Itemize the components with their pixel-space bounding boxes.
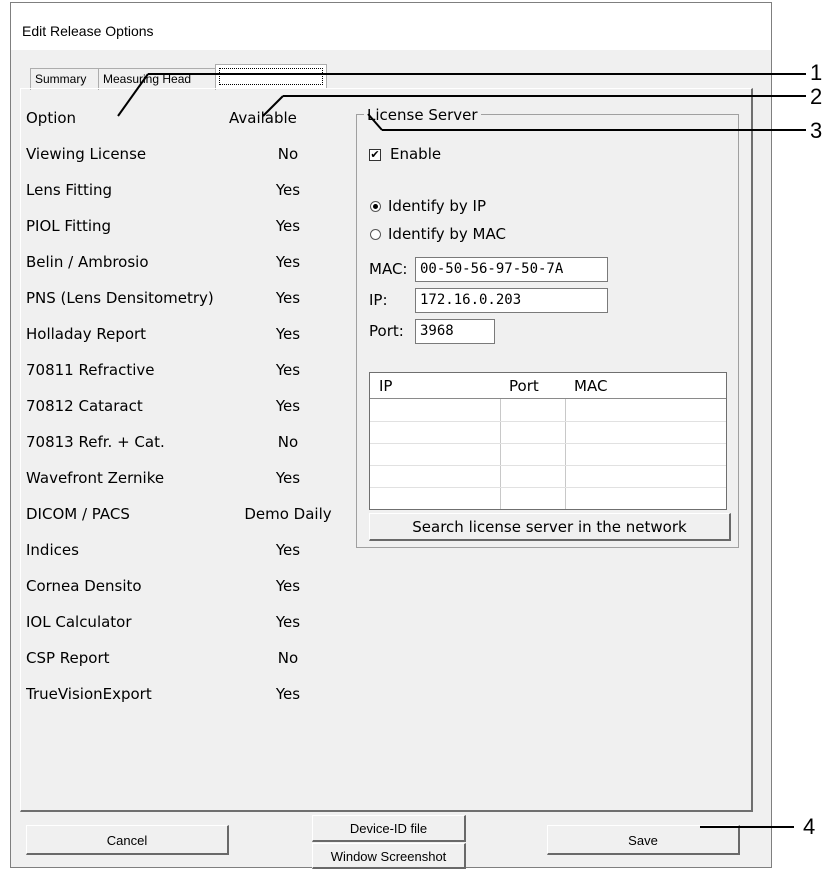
callout-number-4: 4 bbox=[803, 814, 816, 839]
callout-leader-lines bbox=[117, 73, 806, 828]
callout-line-3 bbox=[367, 113, 383, 131]
callout-line-2 bbox=[262, 95, 284, 117]
callout-number-2: 2 bbox=[810, 84, 823, 109]
callout-number-1: 1 bbox=[810, 60, 823, 85]
callout-line-1 bbox=[117, 73, 149, 117]
callout-number-3: 3 bbox=[810, 118, 823, 143]
